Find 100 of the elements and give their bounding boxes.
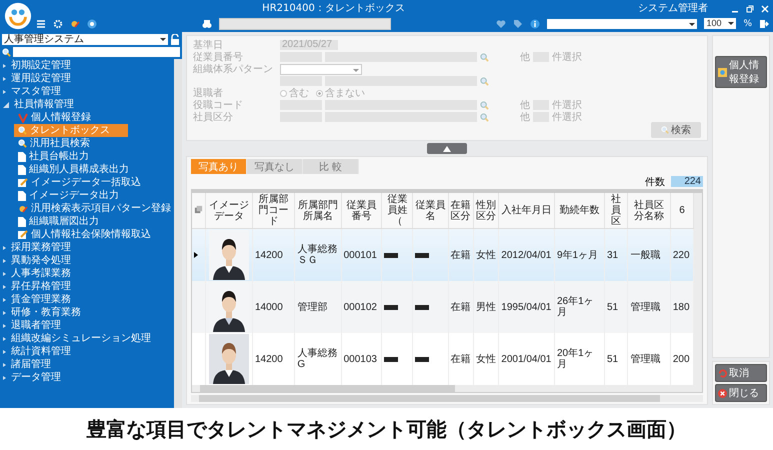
caption: 豊富な項目でタレントマネジメント可能（タレントボックス画面） bbox=[86, 416, 688, 442]
exit-icon[interactable] bbox=[759, 18, 769, 28]
pattern-select[interactable] bbox=[280, 64, 362, 74]
user-name: システム管理者 bbox=[638, 2, 708, 14]
menu-subitem[interactable]: 社員台帳出力 bbox=[14, 150, 128, 163]
menu-item[interactable]: 人事考課業務 bbox=[0, 267, 174, 280]
code-field[interactable] bbox=[280, 76, 322, 86]
menu-item[interactable]: 賃金管理業務 bbox=[0, 293, 174, 306]
help-icon[interactable] bbox=[87, 18, 97, 28]
search-icon[interactable] bbox=[480, 76, 489, 86]
field-label: 社員区分 bbox=[193, 110, 234, 124]
column-header[interactable]: 所属部門コード bbox=[252, 193, 295, 228]
masked-text bbox=[384, 356, 398, 362]
column-header[interactable]: 社員区分名称 bbox=[628, 193, 670, 228]
edit-document-icon bbox=[18, 230, 28, 239]
menu-item[interactable]: 研修・教育業務 bbox=[0, 306, 174, 319]
column-header[interactable]: 所属部門所属名 bbox=[294, 193, 342, 228]
menu-subitem[interactable]: 組織別人員構成表出力 bbox=[14, 163, 129, 176]
heart-icon[interactable] bbox=[496, 18, 506, 28]
search-icon[interactable] bbox=[480, 112, 489, 122]
menu-item[interactable]: 採用業務管理 bbox=[0, 241, 174, 254]
menu-icon[interactable] bbox=[36, 18, 46, 28]
column-header[interactable]: 従業員姓（ bbox=[382, 193, 413, 228]
search-icon bbox=[18, 139, 27, 148]
masked-text bbox=[415, 356, 430, 362]
collapse-button[interactable] bbox=[427, 143, 467, 154]
current-row-icon bbox=[194, 252, 198, 258]
search-icon[interactable] bbox=[480, 52, 489, 62]
search-icon bbox=[2, 48, 11, 56]
selected-count-label: 件選択 bbox=[552, 51, 582, 64]
menu-subitem[interactable]: 汎用社員検索 bbox=[14, 137, 128, 150]
horizontal-scrollbar[interactable] bbox=[192, 385, 702, 392]
search-field[interactable] bbox=[219, 18, 392, 30]
other-label: 他 bbox=[520, 111, 530, 124]
menu-item[interactable]: 昇任昇格管理 bbox=[0, 280, 174, 293]
menu-subitem[interactable]: イメージデータ出力 bbox=[14, 189, 128, 202]
menu-item[interactable]: 異動発令処理 bbox=[0, 254, 174, 267]
menu-item[interactable]: 統計資料管理 bbox=[0, 345, 174, 358]
menu-subitem[interactable]: 個人情報社会保険情報取込 bbox=[14, 228, 151, 241]
column-header[interactable]: 勤続年数 bbox=[554, 193, 604, 228]
column-header[interactable]: 入社年月日 bbox=[498, 193, 554, 228]
column-header[interactable]: イメージデータ bbox=[206, 193, 252, 228]
search-button[interactable]: 検索 bbox=[651, 122, 701, 138]
restore-icon[interactable] bbox=[746, 4, 754, 12]
settings-icon[interactable] bbox=[53, 18, 63, 28]
menu-item[interactable]: データ管理 bbox=[0, 371, 174, 384]
column-settings-icon[interactable] bbox=[194, 204, 203, 214]
horizontal-scrollbar[interactable] bbox=[191, 395, 703, 402]
close-icon[interactable] bbox=[761, 4, 769, 12]
edit-document-icon bbox=[18, 178, 28, 187]
selected-count-label: 件選択 bbox=[552, 111, 582, 124]
menu-item[interactable]: 社員情報管理 bbox=[0, 98, 174, 111]
column-header[interactable]: 在籍区分 bbox=[448, 193, 474, 228]
tab[interactable]: 写真なし bbox=[247, 159, 303, 174]
count-value: 224 bbox=[671, 176, 703, 187]
field-label: 基準日 bbox=[193, 38, 224, 52]
lock-icon[interactable] bbox=[170, 34, 180, 44]
search-icon[interactable] bbox=[480, 100, 489, 110]
register-button[interactable]: 個人情報登録 bbox=[715, 56, 767, 88]
close-button[interactable]: 閉じる bbox=[715, 384, 767, 402]
column-header[interactable]: 従業員番号 bbox=[341, 193, 382, 228]
name-field[interactable] bbox=[325, 76, 477, 86]
field-label: 従業員番号 bbox=[193, 50, 244, 64]
document-icon bbox=[18, 190, 26, 200]
logo-icon bbox=[4, 2, 32, 30]
triangle-up-icon bbox=[443, 146, 451, 152]
column-header[interactable]: 従業員名 bbox=[412, 193, 448, 228]
dropdown[interactable] bbox=[547, 18, 698, 28]
menu-item[interactable]: 組織改編シミュレーション処理 bbox=[0, 332, 174, 345]
menu-item[interactable]: 初期設定管理 bbox=[0, 59, 174, 72]
column-header[interactable]: 性別区分 bbox=[473, 193, 499, 228]
search-icon bbox=[661, 126, 669, 134]
tab[interactable]: 比 較 bbox=[303, 159, 359, 174]
info-icon[interactable] bbox=[530, 18, 540, 28]
menu-subitem[interactable]: 汎用検索表示項目パターン登録 bbox=[14, 202, 171, 215]
zoom-select[interactable]: 100 bbox=[704, 18, 736, 29]
masked-text bbox=[384, 304, 398, 310]
column-header[interactable]: 6 bbox=[670, 193, 694, 228]
column-header[interactable]: 社員区 bbox=[604, 193, 628, 228]
tag-icon[interactable] bbox=[513, 18, 524, 28]
field-label: 組織体系パターン bbox=[193, 62, 274, 76]
menu-search-field[interactable] bbox=[13, 47, 180, 57]
scrollbar[interactable] bbox=[694, 193, 702, 385]
undo-icon bbox=[718, 368, 727, 378]
close-icon bbox=[718, 388, 727, 398]
menu-subitem[interactable]: 組織職層図出力 bbox=[14, 215, 128, 228]
count-label: 件数 bbox=[645, 176, 665, 188]
other-label: 他 bbox=[520, 99, 530, 112]
menu-item[interactable]: 退職者管理 bbox=[0, 319, 174, 332]
binoculars-icon[interactable] bbox=[202, 18, 212, 28]
masked-text bbox=[415, 304, 430, 310]
menu-subitem[interactable]: イメージデータ一括取込 bbox=[14, 176, 141, 189]
menu-item[interactable]: 諸届管理 bbox=[0, 358, 174, 371]
scrollbar[interactable] bbox=[174, 59, 182, 408]
menu-subitem[interactable]: 個人情報登録 bbox=[14, 111, 128, 124]
cancel-button[interactable]: 取消 bbox=[715, 364, 767, 382]
masked-text bbox=[384, 252, 398, 258]
menu-item[interactable]: 運用設定管理 bbox=[0, 72, 174, 85]
system-select[interactable]: 人事管理システム bbox=[2, 34, 168, 44]
menu-item[interactable]: マスタ管理 bbox=[0, 85, 174, 98]
